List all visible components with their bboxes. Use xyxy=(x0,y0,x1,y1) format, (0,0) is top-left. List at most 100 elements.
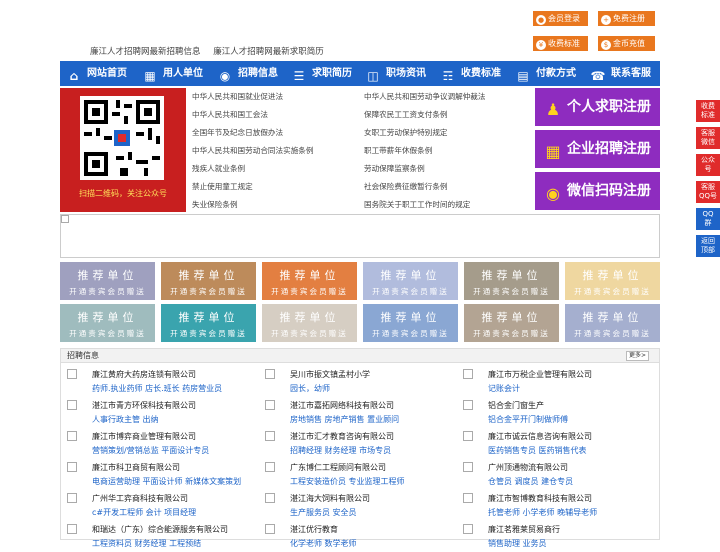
job-titles-link[interactable]: 园长，幼师 xyxy=(290,383,330,394)
company-name-link[interactable]: 湛江市青方环保科技有限公司 xyxy=(92,400,196,411)
company-name-link[interactable]: 湛江市汇才教育咨询有限公司 xyxy=(290,431,394,442)
law-link[interactable]: 中华人民共和国工会法 xyxy=(192,109,268,120)
nav-news[interactable]: ◫ 职场资讯 xyxy=(365,61,426,86)
recommended-employer-tile[interactable]: 推荐单位 开通贵宾会员赠送 xyxy=(60,304,155,342)
job-titles-link[interactable]: 人事行政主管 出纳 xyxy=(92,414,159,425)
register-wechat-button[interactable]: ◉ 微信扫码注册 xyxy=(535,172,660,210)
company-logo[interactable] xyxy=(67,431,77,441)
company-logo[interactable] xyxy=(265,431,275,441)
banner-image[interactable] xyxy=(60,214,660,258)
recommended-employer-tile[interactable]: 推荐单位 开通贵宾会员赠送 xyxy=(464,304,559,342)
company-name-link[interactable]: 湛江海大饲料有限公司 xyxy=(290,493,370,504)
company-logo[interactable] xyxy=(67,493,77,503)
job-titles-link[interactable]: 工程安装造价员 专业监理工程师 xyxy=(290,476,405,487)
job-titles-link[interactable]: 营销策划/营销总监 平面设计专员 xyxy=(92,445,209,456)
job-titles-link[interactable]: 托管老师 小学老师 晚辅导老师 xyxy=(488,507,597,518)
company-name-link[interactable]: 广东博仁工程顾问有限公司 xyxy=(290,462,386,473)
company-logo[interactable] xyxy=(463,524,473,534)
job-titles-link[interactable]: 药师.执业药师 店长.班长 药房营业员 xyxy=(92,383,222,394)
recommended-employer-tile[interactable]: 推荐单位 开通贵宾会员赠送 xyxy=(161,262,256,300)
login-button[interactable]: ● 会员登录 xyxy=(533,11,588,26)
nav-jobs[interactable]: ◉ 招聘信息 xyxy=(217,61,278,86)
recommended-employer-tile[interactable]: 推荐单位 开通贵宾会员赠送 xyxy=(60,262,155,300)
law-link[interactable]: 职工带薪年休假条例 xyxy=(364,145,432,156)
law-link[interactable]: 失业保险条例 xyxy=(192,199,238,210)
company-name-link[interactable]: 廉江市诚云信息咨询有限公司 xyxy=(488,431,592,442)
job-titles-link[interactable]: 医药销售专员 医药销售代表 xyxy=(488,445,587,456)
more-button[interactable]: 更多> xyxy=(625,351,649,361)
company-logo[interactable] xyxy=(67,400,77,410)
job-titles-link[interactable]: 仓管员 调度员 建仓专员 xyxy=(488,476,573,487)
company-logo[interactable] xyxy=(265,524,275,534)
company-logo[interactable] xyxy=(265,493,275,503)
company-logo[interactable] xyxy=(463,431,473,441)
law-link[interactable]: 中华人民共和国劳动合同法实施条例 xyxy=(192,145,314,156)
company-logo[interactable] xyxy=(67,462,77,472)
law-link[interactable]: 残疾人就业条例 xyxy=(192,163,245,174)
company-name-link[interactable]: 广州华工弈商科技有限公司 xyxy=(92,493,188,504)
side-button[interactable]: 客服 微信 xyxy=(696,127,720,149)
company-name-link[interactable]: 和瑞达（广东）综合能源服务有限公司 xyxy=(92,524,228,535)
register-jobseeker-button[interactable]: ♟ 个人求职注册 xyxy=(535,88,660,126)
company-logo[interactable] xyxy=(67,369,77,379)
law-link[interactable]: 保障农民工工资支付条例 xyxy=(364,109,448,120)
law-link[interactable]: 中华人民共和国就业促进法 xyxy=(192,91,283,102)
recommended-employer-tile[interactable]: 推荐单位 开通贵宾会员赠送 xyxy=(464,262,559,300)
header-link-resumes[interactable]: 廉江人才招聘网最新求职简历 xyxy=(213,47,324,57)
law-link[interactable]: 劳动保障监察条例 xyxy=(364,163,425,174)
recharge-button[interactable]: $ 金币充值 xyxy=(598,36,655,51)
recommended-employer-tile[interactable]: 推荐单位 开通贵宾会员赠送 xyxy=(565,304,660,342)
company-logo[interactable] xyxy=(463,369,473,379)
nav-home[interactable]: ⌂ 网站首页 xyxy=(66,61,127,86)
company-logo[interactable] xyxy=(265,369,275,379)
side-button[interactable]: 返回 顶部 xyxy=(696,235,720,257)
recommended-employer-tile[interactable]: 推荐单位 开通贵宾会员赠送 xyxy=(262,304,357,342)
job-titles-link[interactable]: 生产服务员 安全员 xyxy=(290,507,357,518)
side-button[interactable]: 公众号 xyxy=(696,154,720,176)
job-titles-link[interactable]: 招聘经理 财务经理 市场专员 xyxy=(290,445,391,456)
fee-standard-button[interactable]: ¥ 收费标准 xyxy=(533,36,588,51)
law-link[interactable]: 全国年节及纪念日放假办法 xyxy=(192,127,283,138)
company-logo[interactable] xyxy=(265,400,275,410)
law-link[interactable]: 国务院关于职工工作时间的规定 xyxy=(364,199,470,210)
law-link[interactable]: 中华人民共和国劳动争议调解仲裁法 xyxy=(364,91,486,102)
recommended-employer-tile[interactable]: 推荐单位 开通贵宾会员赠送 xyxy=(363,262,458,300)
side-button[interactable]: 收费 标准 xyxy=(696,100,720,122)
side-button[interactable]: 客服 QQ号 xyxy=(696,181,720,203)
company-name-link[interactable]: 铝合金门窗生产 xyxy=(488,400,544,411)
law-link[interactable]: 社会保险费征缴暂行条例 xyxy=(364,181,448,192)
job-titles-link[interactable]: 电商运营助理 平面设计师 新媒体文案策划 xyxy=(92,476,241,487)
nav-resumes[interactable]: ☰ 求职简历 xyxy=(291,61,352,86)
job-titles-link[interactable]: c#开发工程师 会计 项目经理 xyxy=(92,507,196,518)
recommended-employer-tile[interactable]: 推荐单位 开通贵宾会员赠送 xyxy=(262,262,357,300)
company-name-link[interactable]: 湛江市嘉拓网络科技有限公司 xyxy=(290,400,394,411)
recommended-employer-tile[interactable]: 推荐单位 开通贵宾会员赠送 xyxy=(363,304,458,342)
company-name-link[interactable]: 广州顶通物流有限公司 xyxy=(488,462,568,473)
company-logo[interactable] xyxy=(463,493,473,503)
law-link[interactable]: 女职工劳动保护特别规定 xyxy=(364,127,448,138)
law-link[interactable]: 禁止使用童工规定 xyxy=(192,181,253,192)
register-company-button[interactable]: ▦ 企业招聘注册 xyxy=(535,130,660,168)
header-link-jobs[interactable]: 廉江人才招聘网最新招聘信息 xyxy=(90,47,201,57)
company-name-link[interactable]: 廉江市万税企业管理有限公司 xyxy=(488,369,592,380)
company-name-link[interactable]: 廉江茗雅莱贸易商行 xyxy=(488,524,560,535)
company-name-link[interactable]: 廉江市智博教育科技有限公司 xyxy=(488,493,592,504)
recommended-employer-tile[interactable]: 推荐单位 开通贵宾会员赠送 xyxy=(565,262,660,300)
company-name-link[interactable]: 吴川市振文镇孟村小学 xyxy=(290,369,370,380)
nav-service[interactable]: ☎ 联系客服 xyxy=(590,61,651,86)
job-titles-link[interactable]: 铝合金平开门制做师傅 xyxy=(488,414,568,425)
company-logo[interactable] xyxy=(67,524,77,534)
company-logo[interactable] xyxy=(463,462,473,472)
company-name-link[interactable]: 廉江市博弈商业管理有限公司 xyxy=(92,431,196,442)
job-titles-link[interactable]: 记账会计 xyxy=(488,383,520,394)
nav-employers[interactable]: ▦ 用人单位 xyxy=(142,61,203,86)
company-name-link[interactable]: 湛江优行教育 xyxy=(290,524,338,535)
register-button[interactable]: + 免费注册 xyxy=(598,11,655,26)
recommended-employer-tile[interactable]: 推荐单位 开通贵宾会员赠送 xyxy=(161,304,256,342)
company-logo[interactable] xyxy=(463,400,473,410)
nav-fees[interactable]: ☶ 收费标准 xyxy=(440,61,501,86)
company-logo[interactable] xyxy=(265,462,275,472)
company-name-link[interactable]: 廉江市科卫商贸有限公司 xyxy=(92,462,180,473)
nav-payment[interactable]: ▤ 付款方式 xyxy=(515,61,576,86)
company-name-link[interactable]: 廉江黄府大药房连锁有限公司 xyxy=(92,369,196,380)
